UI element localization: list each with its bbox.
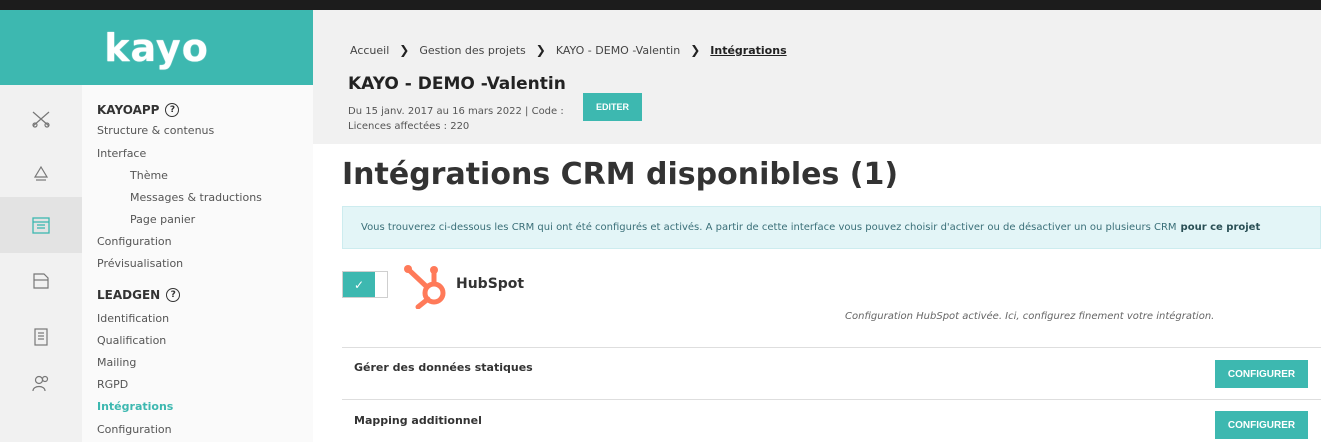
sidebar-item-tools[interactable] [0, 91, 82, 147]
breadcrumb-projects[interactable]: Gestion des projets [419, 44, 525, 57]
hubspot-logo-icon [404, 265, 446, 309]
recycle-icon [33, 165, 49, 181]
project-meta: Du 15 janv. 2017 au 16 mars 2022 | Code … [348, 104, 578, 134]
section-label: KAYOAPP [97, 103, 160, 117]
chevron-right-icon: ❯ [690, 43, 701, 57]
menu-item-leadgen-configuration[interactable]: Configuration [97, 423, 172, 436]
scissors-icon [32, 111, 50, 128]
project-dates: Du 15 janv. 2017 au 16 mars 2022 | Code … [348, 106, 564, 117]
menu-item-identification[interactable]: Identification [97, 312, 169, 325]
sidebar-item-folder[interactable] [0, 253, 82, 309]
row-label: Gérer des données statiques [354, 361, 533, 374]
menu-item-integrations[interactable]: Intégrations [97, 400, 173, 413]
menu-item-messages[interactable]: Messages & traductions [130, 191, 262, 204]
menu-item-configuration[interactable]: Configuration [97, 235, 172, 248]
integration-note: Configuration HubSpot activée. Ici, conf… [845, 311, 1215, 322]
menu-item-page-panier[interactable]: Page panier [130, 213, 195, 226]
chevron-right-icon: ❯ [535, 43, 546, 57]
info-text: Vous trouverez ci-dessous les CRM qui on… [361, 222, 1177, 233]
menu-item-qualification[interactable]: Qualification [97, 334, 166, 347]
configure-static-data-button[interactable]: CONFIGURER [1215, 360, 1308, 388]
edit-project-button[interactable]: EDITER [583, 93, 642, 121]
hubspot-toggle[interactable]: ✓ [342, 271, 388, 298]
sidebar-menu: KAYOAPP ? Structure & contenus Interface… [82, 85, 313, 442]
check-icon: ✓ [343, 272, 375, 297]
menu-item-mailing[interactable]: Mailing [97, 356, 136, 369]
page-title: Intégrations CRM disponibles (1) [342, 157, 899, 192]
breadcrumb-current[interactable]: Intégrations [710, 44, 786, 57]
help-icon[interactable]: ? [165, 103, 180, 117]
logo-bar: kayo [0, 10, 313, 85]
kayo-logo[interactable]: kayo [104, 26, 209, 70]
info-alert: Vous trouverez ci-dessous les CRM qui on… [342, 206, 1321, 249]
integration-name: HubSpot [456, 276, 525, 292]
sidebar-item-recycle[interactable] [0, 147, 82, 203]
calendar-icon [32, 217, 50, 234]
breadcrumb: Accueil ❯ Gestion des projets ❯ KAYO - D… [350, 43, 787, 57]
sidebar-icon-bar [0, 85, 82, 442]
users-icon [32, 375, 49, 392]
menu-item-interface[interactable]: Interface [97, 147, 146, 160]
menu-item-previsualisation[interactable]: Prévisualisation [97, 257, 183, 270]
section-title-kayoapp: KAYOAPP ? [97, 103, 180, 117]
building-icon [34, 328, 48, 346]
project-licences: Licences affectées : 220 [348, 121, 470, 132]
row-label: Mapping additionnel [354, 414, 482, 427]
sidebar-item-calendar[interactable] [0, 197, 82, 253]
section-label: LEADGEN [97, 288, 161, 302]
settings-row-mapping: Mapping additionnel [342, 399, 1321, 442]
menu-item-theme[interactable]: Thème [130, 169, 168, 182]
chevron-right-icon: ❯ [399, 43, 410, 57]
project-title: KAYO - DEMO -Valentin [348, 74, 566, 94]
configure-mapping-button[interactable]: CONFIGURER [1215, 411, 1308, 439]
help-icon[interactable]: ? [166, 288, 181, 302]
sidebar-item-users[interactable] [0, 355, 82, 411]
breadcrumb-project[interactable]: KAYO - DEMO -Valentin [556, 44, 680, 57]
menu-item-structure[interactable]: Structure & contenus [97, 124, 214, 137]
folder-icon [33, 273, 49, 289]
info-text-bold: pour ce projet [1180, 222, 1261, 233]
settings-row-static-data: Gérer des données statiques [342, 347, 1321, 399]
top-bar [0, 0, 1321, 10]
breadcrumb-home[interactable]: Accueil [350, 44, 389, 57]
section-title-leadgen: LEADGEN ? [97, 288, 181, 302]
menu-item-rgpd[interactable]: RGPD [97, 378, 128, 391]
